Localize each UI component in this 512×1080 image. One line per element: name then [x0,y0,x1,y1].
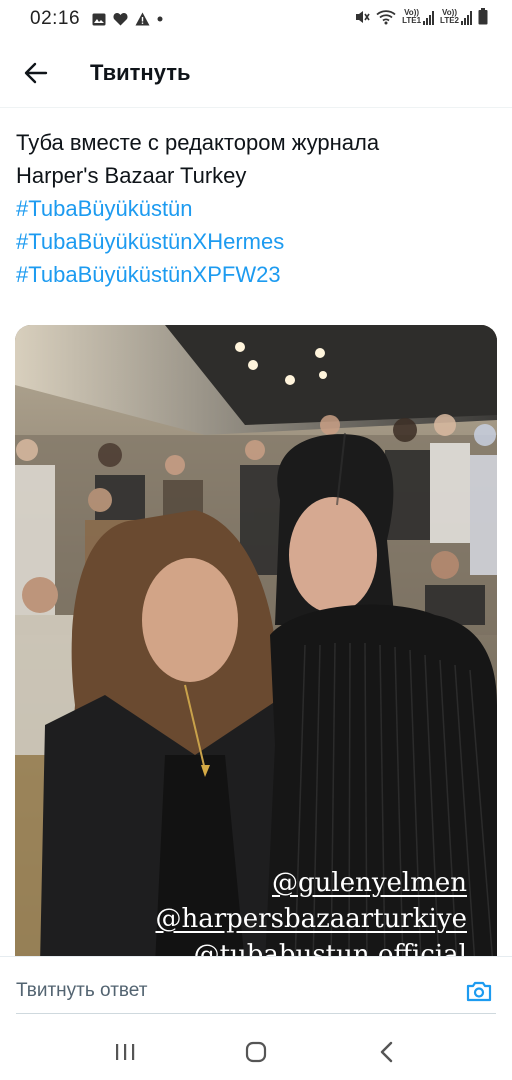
nav-back-button[interactable] [357,1027,417,1077]
tweet-text-line: Туба вместе с редактором журнала [16,130,380,155]
heart-icon [113,13,128,26]
back-icon [380,1041,392,1063]
app-header: Твитнуть [0,38,512,108]
home-button[interactable] [226,1027,286,1077]
reply-input[interactable]: Твитнуть ответ [16,980,454,1002]
status-time: 02:16 [30,8,81,29]
camera-button[interactable] [454,966,504,1016]
dot-icon [157,16,163,22]
tweet-text-line: Harper's Bazaar Turkey [16,163,247,188]
status-bar: 02:16 Vo)) LTE1 Vo)) LTE2 [0,0,512,38]
signal-lte2-icon: Vo)) LTE2 [440,8,472,25]
hashtag-link[interactable]: #TubaBüyüküstün [16,192,496,225]
hashtag-link[interactable]: #TubaBüyüküstünXHermes [16,225,496,258]
reply-bar: Твитнуть ответ [0,956,512,1024]
signal-lte1-icon: Vo)) LTE1 [402,8,435,25]
reply-underline [16,1013,496,1014]
photo-mention: @gulenyelmen [271,868,467,898]
home-icon [245,1041,267,1063]
back-button[interactable] [0,38,72,108]
battery-icon [478,8,488,25]
warning-icon [135,12,150,26]
system-nav-bar [0,1024,512,1080]
status-right-icons: Vo)) LTE1 Vo)) LTE2 [354,8,488,25]
sim2-label-bottom: LTE2 [440,15,459,25]
recent-apps-icon [116,1044,135,1060]
recent-apps-button[interactable] [95,1027,155,1077]
image-icon [92,13,106,25]
camera-icon [466,981,492,1001]
tweet-photo[interactable]: @gulenyelmen @harpersbazaarturkiye @tuba… [15,325,497,965]
mute-icon [356,10,370,23]
notification-icons [92,12,163,26]
arrow-left-icon [24,62,48,83]
hashtag-link[interactable]: #TubaBüyüküstünXPFW23 [16,258,496,291]
page-title: Твитнуть [90,59,191,85]
sim1-label-bottom: LTE1 [402,15,422,25]
tweet-text: Туба вместе с редактором журнала Harper'… [16,126,496,291]
photo-mention: @harpersbazaarturkiye [155,904,467,934]
photo-mentions: @gulenyelmen @harpersbazaarturkiye @tuba… [155,865,467,965]
wifi-icon [376,9,396,24]
